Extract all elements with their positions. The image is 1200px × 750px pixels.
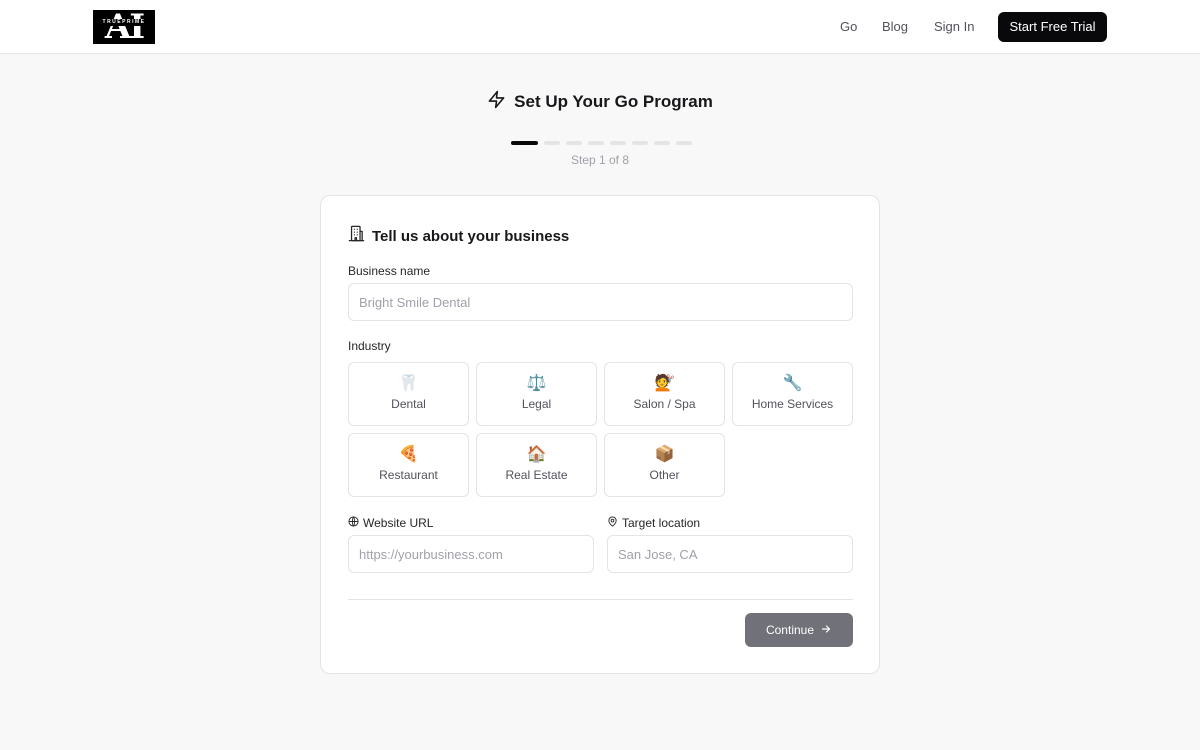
- industry-option-label: Legal: [521, 397, 552, 411]
- continue-button[interactable]: Continue: [745, 613, 853, 647]
- progress-segment: [676, 141, 692, 145]
- house-icon: 🏠: [526, 446, 547, 463]
- industry-option-label: Salon / Spa: [633, 397, 696, 411]
- scales-icon: ⚖️: [526, 375, 547, 392]
- progress-segment: [511, 141, 538, 145]
- progress-segment: [566, 141, 582, 145]
- industry-option-salon-spa[interactable]: 💇 Salon / Spa: [604, 362, 725, 426]
- industry-label-text: Industry: [348, 339, 391, 353]
- globe-icon: [348, 516, 359, 530]
- card-header: Tell us about your business: [348, 225, 569, 247]
- target-location-label-text: Target location: [622, 516, 701, 530]
- industry-option-other[interactable]: 📦 Other: [604, 433, 725, 497]
- logo-subtext: TRUEPRIME: [93, 19, 155, 26]
- tooth-icon: 🦷: [398, 375, 419, 392]
- industry-option-label: Dental: [391, 397, 426, 411]
- business-name-label: Business name: [348, 264, 430, 278]
- continue-button-label: Continue: [765, 623, 815, 637]
- card-heading: Tell us about your business: [372, 227, 570, 245]
- map-pin-icon: [607, 516, 618, 530]
- nav-link-sign-in[interactable]: Sign In: [934, 18, 974, 36]
- pizza-icon: 🍕: [398, 446, 419, 463]
- industry-option-home-services[interactable]: 🔧 Home Services: [732, 362, 853, 426]
- website-url-label: Website URL: [348, 516, 433, 530]
- industry-option-real-estate[interactable]: 🏠 Real Estate: [476, 433, 597, 497]
- page-title: Set Up Your Go Program: [514, 92, 713, 111]
- business-name-input[interactable]: [348, 283, 853, 321]
- progress-segment: [544, 141, 560, 145]
- business-info-card: Tell us about your business Business nam…: [320, 195, 880, 674]
- industry-option-label: Real Estate: [505, 468, 568, 482]
- industry-option-label: Restaurant: [379, 468, 438, 482]
- nav-link-go[interactable]: Go: [840, 18, 857, 36]
- wrench-icon: 🔧: [782, 375, 803, 392]
- brand-logo[interactable]: AI TRUEPRIME: [93, 10, 155, 44]
- progress-segment: [654, 141, 670, 145]
- progress-segment: [632, 141, 648, 145]
- website-url-label-text: Website URL: [363, 516, 434, 530]
- industry-option-restaurant[interactable]: 🍕 Restaurant: [348, 433, 469, 497]
- industry-option-dental[interactable]: 🦷 Dental: [348, 362, 469, 426]
- arrow-right-icon: [820, 623, 832, 638]
- form-divider: [348, 599, 853, 600]
- top-navigation-bar: AI TRUEPRIME Go Blog Sign In Start Free …: [0, 0, 1200, 54]
- industry-option-legal[interactable]: ⚖️ Legal: [476, 362, 597, 426]
- lightning-bolt-icon: [487, 90, 506, 114]
- business-name-label-text: Business name: [348, 264, 431, 278]
- website-url-input[interactable]: [348, 535, 594, 573]
- progress-segment: [610, 141, 626, 145]
- package-icon: 📦: [654, 446, 675, 463]
- start-free-trial-button[interactable]: Start Free Trial: [998, 12, 1107, 42]
- step-indicator: Step 1 of 8: [570, 153, 630, 167]
- building-icon: [348, 225, 365, 247]
- wizard-title-row: Set Up Your Go Program: [0, 90, 1200, 114]
- logo-text: AI: [104, 10, 145, 44]
- target-location-input[interactable]: [607, 535, 853, 573]
- haircut-icon: 💇: [654, 375, 675, 392]
- step-progress-bar: [511, 141, 692, 145]
- industry-label: Industry: [348, 339, 391, 353]
- target-location-label: Target location: [607, 516, 700, 530]
- progress-segment: [588, 141, 604, 145]
- industry-option-label: Other: [649, 468, 680, 482]
- nav-link-blog[interactable]: Blog: [882, 18, 908, 36]
- industry-option-label: Home Services: [751, 397, 834, 411]
